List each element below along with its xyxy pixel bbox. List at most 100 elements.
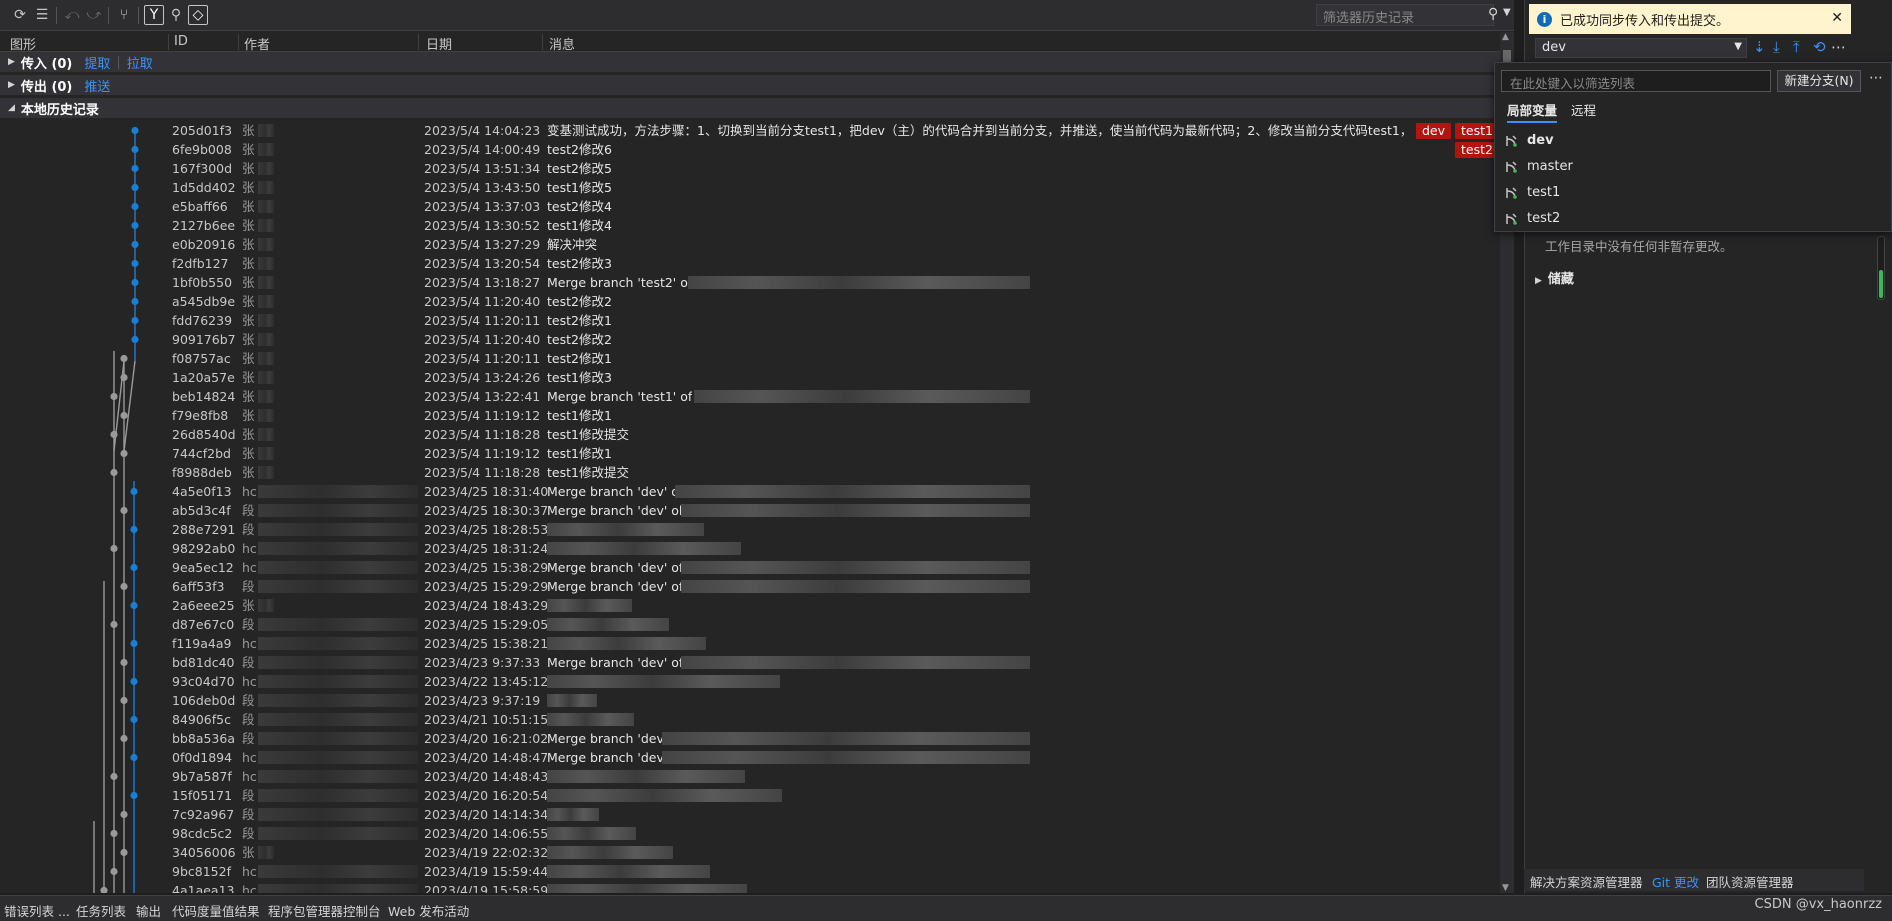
commit-row[interactable]: 1bf0b550 张 2023/5/4 13:18:27 Merge branch '… [0,273,1500,292]
chevron-down-icon[interactable]: ▼ [1734,41,1742,52]
commit-row[interactable]: 106deb0d 段 2023/4/23 9:37:19 [0,691,1500,710]
commit-row[interactable]: e5baff66 张 2023/5/4 13:37:03 test2修改4 [0,197,1500,216]
list-view-icon[interactable]: ☰ [32,5,52,25]
close-icon[interactable]: ✕ [1831,10,1843,26]
local-history-section[interactable]: ◢ 本地历史记录 [0,98,1500,118]
commit-row[interactable]: f08757ac 张 2023/5/4 11:20:11 test2修改1 [0,349,1500,368]
expand-arrow-icon[interactable]: ▶ [8,80,15,90]
refresh-icon[interactable]: ⟳ [10,5,30,25]
commit-row[interactable]: e0b20916 张 2023/5/4 13:27:29 解决冲突 [0,235,1500,254]
commit-row[interactable]: fdd76239 张 2023/5/4 11:20:11 test2修改1 [0,311,1500,330]
sync-icon[interactable]: ⟲ [1813,38,1826,56]
tab-remote-branches[interactable]: 远程 [1571,100,1596,119]
column-graph[interactable]: 图形 [10,34,36,53]
commit-row[interactable]: 98292ab0 hc 2023/4/25 18:31:24 [0,539,1500,558]
commit-row[interactable]: 15f05171 段 2023/4/20 16:20:54 [0,786,1500,805]
commit-row[interactable]: 6fe9b008 张 2023/5/4 14:00:49 test2修改6 test2 [0,140,1500,159]
commit-row[interactable]: 1d5dd402 张 2023/5/4 13:43:50 test1修改5 [0,178,1500,197]
tab-git-changes[interactable]: Git 更改 [1652,872,1699,891]
scroll-up-icon[interactable]: ▲ [1502,32,1509,42]
forward-icon[interactable]: ⤻ [84,5,104,25]
more-options-icon[interactable]: ⋯ [1831,38,1846,56]
tab-local-branches[interactable]: 局部变量 [1507,100,1558,123]
outgoing-section[interactable]: ▶ 传出 (0) 推送 [0,75,1500,95]
commit-row[interactable]: a545db9e 张 2023/5/4 11:20:40 test2修改2 [0,292,1500,311]
column-divider[interactable] [418,34,419,50]
expand-arrow-icon[interactable]: ▶ [8,57,15,67]
commit-row[interactable]: 84906f5c 段 2023/4/21 10:51:15 [0,710,1500,729]
commit-row[interactable]: 288e7291 段 2023/4/25 18:28:53 [0,520,1500,539]
tab-web-publish[interactable]: Web 发布活动 [388,901,469,920]
expand-arrow-icon[interactable]: ▶ [1535,276,1542,286]
branch-graph-icon[interactable]: ⑂ [114,5,134,25]
merge-lines-icon[interactable]: Y [144,5,164,25]
branch-filter-input[interactable]: 在此处键入以筛选列表 [1501,70,1771,92]
branch-item-dev[interactable]: dev [1503,129,1554,153]
new-branch-button[interactable]: 新建分支(N) [1777,70,1861,92]
commit-row[interactable]: ab5d3c4f 段 2023/4/25 18:30:37 Merge branch … [0,501,1500,520]
commit-row[interactable]: 9b7a587f hc 2023/4/20 14:48:43 [0,767,1500,786]
commit-row[interactable]: 26d8540d 张 2023/5/4 11:18:28 test1修改提交 [0,425,1500,444]
scroll-down-icon[interactable]: ▼ [1502,883,1509,893]
commit-row[interactable]: 1a20a57e 张 2023/5/4 13:24:26 test1修改3 [0,368,1500,387]
commit-row[interactable]: bd81dc40 段 2023/4/23 9:37:33 Merge branch '… [0,653,1500,672]
column-date[interactable]: 日期 [426,34,452,53]
tab-task-list[interactable]: 任务列表 [76,901,126,920]
commit-row[interactable]: 2a6eee25 张 2023/4/24 18:43:29 [0,596,1500,615]
commit-row[interactable]: d87e67c0 段 2023/4/25 15:29:05 [0,615,1500,634]
tab-solution-explorer[interactable]: 解决方案资源管理器 [1530,872,1643,891]
commit-row[interactable]: 9bc8152f hc 2023/4/19 15:59:44 [0,862,1500,881]
back-icon[interactable]: ⤺ [62,5,82,25]
commit-row[interactable]: 909176b7 张 2023/5/4 11:20:40 test2修改2 [0,330,1500,349]
commit-row[interactable]: 6aff53f3 段 2023/4/25 15:29:29 Merge branch … [0,577,1500,596]
column-divider[interactable] [168,34,169,50]
commit-row[interactable]: 4a1aea13 hc 2023/4/19 15:58:59 [0,881,1500,893]
commit-row[interactable]: 0f0d1894 hc 2023/4/20 14:48:47 Merge branch… [0,748,1500,767]
column-message[interactable]: 消息 [549,34,575,53]
commit-row[interactable]: 34056006 张 2023/4/19 22:02:32 [0,843,1500,862]
branch-selector[interactable]: dev ▼ [1535,38,1747,58]
pull-icon[interactable]: ⤓ [1773,38,1780,56]
fetch-link[interactable]: 提取 [84,53,110,72]
more-options-icon[interactable]: ⋯ [1869,70,1883,86]
commit-row[interactable]: bb8a536a 段 2023/4/20 16:21:02 Merge branch … [0,729,1500,748]
column-divider[interactable] [542,34,543,50]
commit-row[interactable]: f2dfb127 张 2023/5/4 13:20:54 test2修改3 [0,254,1500,273]
tag-icon[interactable]: ◇ [188,5,208,25]
tab-error-list[interactable]: 错误列表 ... [4,901,70,920]
branch-item-test1[interactable]: test1 [1503,181,1560,205]
history-filter-input[interactable]: 筛选器历史记录 [1316,4,1494,26]
search-icon[interactable]: ⚲ [1488,6,1498,22]
commit-row[interactable]: 167f300d 张 2023/5/4 13:51:34 test2修改5 [0,159,1500,178]
tab-output[interactable]: 输出 [136,901,161,920]
column-divider[interactable] [238,34,239,50]
pull-link[interactable]: 拉取 [127,53,153,72]
commit-row[interactable]: f79e8fb8 张 2023/5/4 11:19:12 test1修改1 [0,406,1500,425]
tab-package-manager-console[interactable]: 程序包管理器控制台 [268,901,381,920]
changes-scroll-indicator[interactable] [1877,236,1885,300]
tab-team-explorer[interactable]: 团队资源管理器 [1706,872,1794,891]
tab-code-metrics[interactable]: 代码度量值结果 [172,901,260,920]
stash-section[interactable]: ▶ 储藏 [1535,268,1574,287]
commit-row[interactable]: 744cf2bd 张 2023/5/4 11:19:12 test1修改1 [0,444,1500,463]
commit-row[interactable]: 7c92a967 段 2023/4/20 14:14:34 [0,805,1500,824]
fetch-icon[interactable]: ⇣ [1753,38,1766,56]
commit-row[interactable]: 4a5e0f13 hc 2023/4/25 18:31:40 Merge branch… [0,482,1500,501]
commit-row[interactable]: 9ea5ec12 hc 2023/4/25 15:38:29 Merge branch… [0,558,1500,577]
branch-item-test2[interactable]: test2 [1503,207,1560,231]
branch-item-master[interactable]: master [1503,155,1573,179]
commit-row[interactable]: 98cdc5c2 段 2023/4/20 14:06:55 [0,824,1500,843]
commit-row[interactable]: beb14824 张 2023/5/4 13:22:41 Merge branch '… [0,387,1500,406]
chevron-down-icon[interactable]: ▼ [1503,7,1511,18]
remote-branch-icon[interactable]: ⚲ [166,5,186,25]
commit-row[interactable]: 2127b6ee 张 2023/5/4 13:30:52 test1修改4 [0,216,1500,235]
commit-row[interactable]: 93c04d70 hc 2023/4/22 13:45:12 [0,672,1500,691]
push-icon[interactable]: ⤒ [1793,38,1800,56]
commit-row[interactable]: f8988deb 张 2023/5/4 11:18:28 test1修改提交 [0,463,1500,482]
collapse-arrow-icon[interactable]: ◢ [8,103,15,113]
commit-row[interactable]: f119a4a9 hc 2023/4/25 15:38:21 [0,634,1500,653]
commit-row[interactable]: 205d01f3 张 2023/5/4 14:04:23 变基测试成功，方法步骤：1、… [0,121,1500,140]
incoming-section[interactable]: ▶ 传入 (0) 提取 | 拉取 [0,52,1500,72]
push-link[interactable]: 推送 [84,76,110,95]
column-id[interactable]: ID [174,34,188,49]
